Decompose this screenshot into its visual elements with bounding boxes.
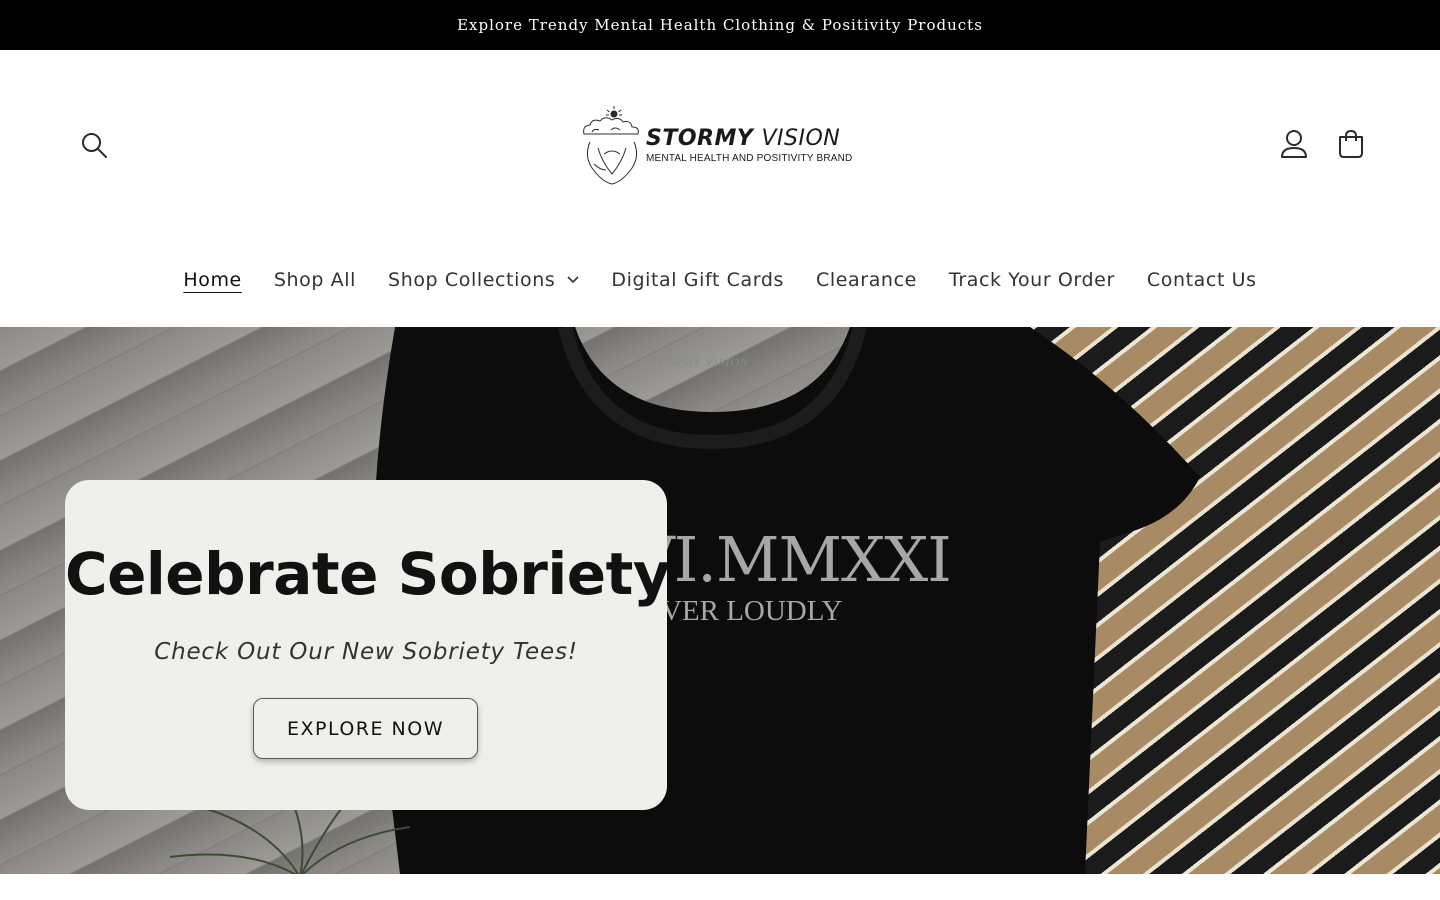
announcement-bar: Explore Trendy Mental Health Clothing & … — [0, 0, 1440, 50]
search-button[interactable] — [72, 123, 116, 167]
explore-now-button[interactable]: EXPLORE NOW — [253, 698, 478, 759]
main-nav: Home Shop All Shop Collections Digital G… — [0, 258, 1440, 302]
shirt-print-line2: OVER LOUDLY — [640, 595, 843, 627]
search-icon — [82, 133, 107, 158]
shirt-print-line1: VI.MMXXI — [630, 523, 952, 596]
account-button[interactable] — [1272, 122, 1316, 166]
nav-item-label: Contact Us — [1146, 269, 1257, 291]
nav-item-label: Digital Gift Cards — [611, 269, 784, 291]
nav-item-digital-gift-cards[interactable]: Digital Gift Cards — [595, 269, 800, 291]
shirt-brand-print: STORMY VISION — [650, 355, 750, 369]
nav-item-label: Shop All — [273, 269, 357, 291]
logo-mark-icon — [583, 106, 639, 185]
nav-item-shop-collections[interactable]: Shop Collections — [372, 269, 595, 291]
nav-item-shop-all[interactable]: Shop All — [258, 269, 372, 291]
nav-item-label: Shop Collections — [388, 269, 556, 291]
cart-button[interactable] — [1329, 122, 1373, 166]
hero-card: Celebrate Sobriety Check Out Our New Sob… — [65, 480, 671, 810]
logo-subtitle: MENTAL HEALTH AND POSITIVITY BRAND — [646, 153, 853, 164]
announcement-text: Explore Trendy Mental Health Clothing & … — [457, 16, 983, 34]
nav-item-contact-us[interactable]: Contact Us — [1131, 269, 1273, 291]
brand-logo[interactable]: STORMY VISION MENTAL HEALTH AND POSITIVI… — [578, 104, 863, 186]
nav-item-track-your-order[interactable]: Track Your Order — [933, 269, 1131, 291]
account-icon — [1281, 130, 1307, 158]
chevron-down-icon — [567, 276, 579, 284]
nav-item-label: Home — [183, 269, 242, 291]
nav-item-home[interactable]: Home — [167, 269, 258, 291]
nav-item-label: Track Your Order — [948, 269, 1115, 291]
hero-subheading: Check Out Our New Sobriety Tees! — [154, 639, 578, 665]
hero-heading: Celebrate Sobriety — [65, 540, 671, 608]
nav-item-label: Clearance — [816, 269, 917, 291]
cart-icon — [1339, 129, 1363, 158]
nav-item-clearance[interactable]: Clearance — [800, 269, 933, 291]
logo-title: STORMY VISION — [646, 126, 841, 151]
